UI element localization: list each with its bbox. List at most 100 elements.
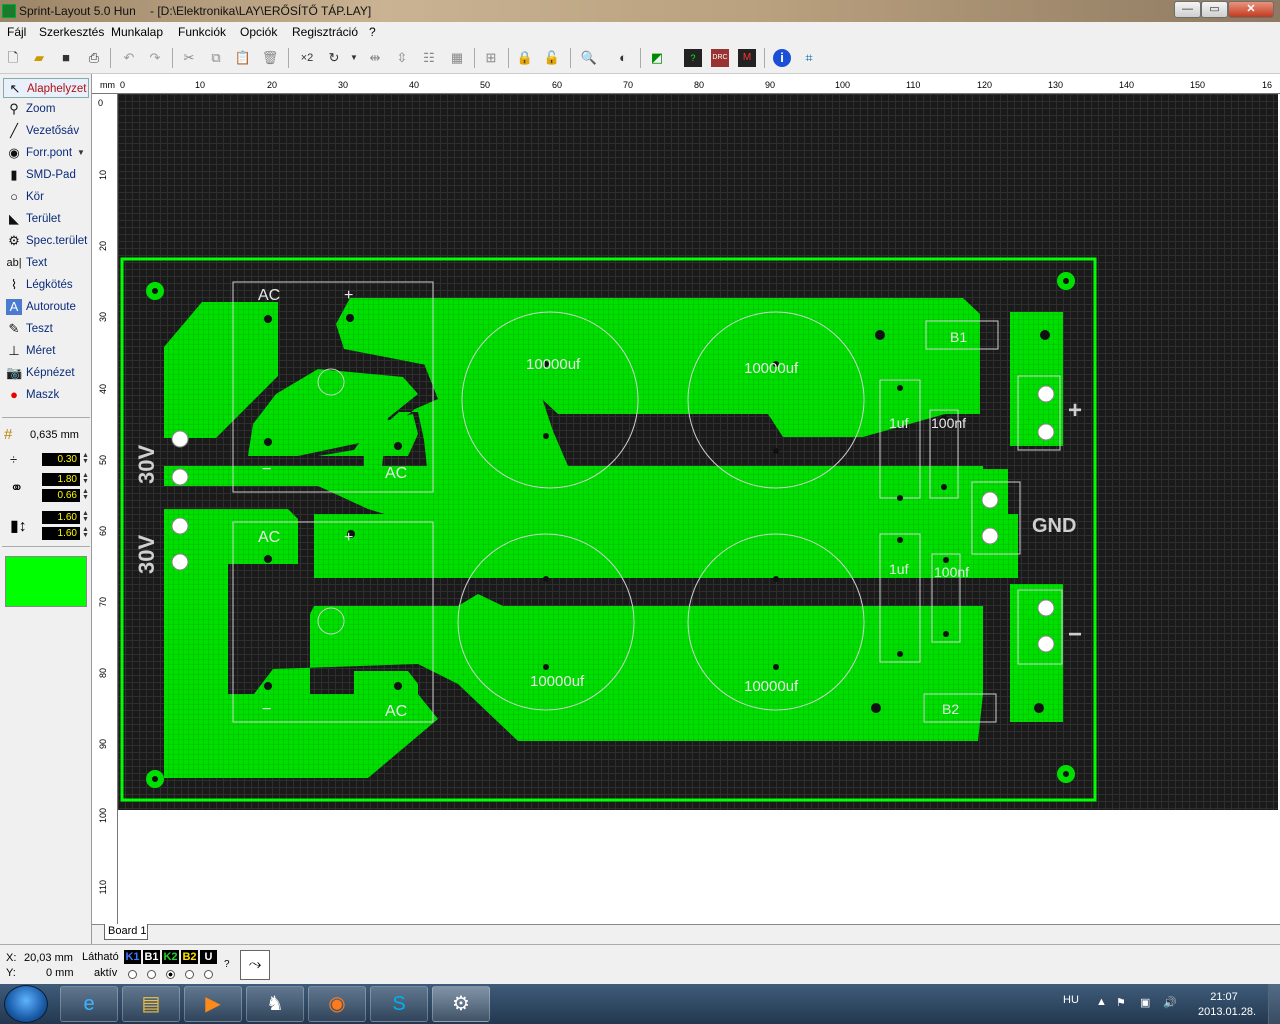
component-icon[interactable]: ⊞ (482, 49, 500, 67)
layer-b1-toggle[interactable]: B1 (143, 950, 160, 964)
app-fox-taskbar-icon[interactable]: ♞ (246, 986, 304, 1022)
pad-inner-value[interactable]: 0.66 (42, 489, 80, 502)
info-icon[interactable]: i (773, 49, 791, 67)
unlock-icon[interactable]: 🔓 (543, 49, 561, 67)
save-icon[interactable]: ■ (57, 49, 75, 67)
minimize-button[interactable]: — (1174, 1, 1201, 18)
tab-board-1[interactable]: Board 1 (104, 924, 148, 940)
zoom-icon[interactable]: 🔍 (580, 49, 598, 67)
active-b1-radio[interactable] (147, 970, 156, 979)
photo-view-icon[interactable]: ? (684, 49, 702, 67)
tool-pad[interactable]: ◉ Forr.pont ▼ (3, 143, 89, 163)
menu-file[interactable]: Fájl (7, 25, 26, 39)
duplicate-icon[interactable]: ×2 (296, 49, 318, 67)
active-k2-radio[interactable] (166, 970, 175, 979)
align-icon[interactable]: ☷ (420, 49, 438, 67)
lock-icon[interactable]: 🔒 (516, 49, 534, 67)
tool-zoom[interactable]: ⚲ Zoom (3, 99, 89, 119)
active-b2-radio[interactable] (185, 970, 194, 979)
tool-area[interactable]: ◣ Terület (3, 209, 89, 229)
mirror-h-icon[interactable]: ⇹ (366, 49, 384, 67)
network-icon[interactable]: ▣ (1140, 996, 1150, 1009)
menu-worksheet[interactable]: Munkalap (111, 25, 163, 39)
ruler-left: 0 10 20 30 40 50 60 70 80 90 100 110 (92, 94, 118, 924)
active-u-radio[interactable] (204, 970, 213, 979)
transparent-icon[interactable]: ◐ (614, 49, 632, 67)
tool-mask[interactable]: ● Maszk (3, 385, 89, 405)
redo-icon[interactable]: ↷ (146, 49, 164, 67)
media-player-taskbar-icon[interactable]: ▶ (184, 986, 242, 1022)
print-icon[interactable]: ⎙ (85, 49, 103, 67)
label-cap-2: 10000uf (744, 360, 799, 377)
layer-help[interactable]: ? (224, 959, 230, 970)
pcb-view-icon[interactable]: ◩ (648, 49, 666, 67)
tool-test[interactable]: ✎ Teszt (3, 319, 89, 339)
pad-outer-spinner[interactable]: ▲ ▼ (82, 472, 89, 486)
crop-icon[interactable]: ⌗ (800, 49, 818, 67)
pcb-canvas[interactable]: AC AC AC AC + + − − 10000uf 10000uf 1000… (118, 94, 1278, 810)
open-folder-icon[interactable]: ▰ (30, 49, 48, 67)
layer-k1-toggle[interactable]: K1 (124, 950, 141, 964)
new-file-icon[interactable]: 🗋 (4, 49, 22, 67)
tool-circle[interactable]: ○ Kör (3, 187, 89, 207)
rotate-dropdown-icon[interactable]: ▼ (345, 49, 363, 67)
tool-track[interactable]: ╱ Vezetősáv (3, 121, 89, 141)
drc-icon[interactable]: DRC (711, 49, 729, 67)
language-indicator[interactable]: HU (1063, 994, 1079, 1006)
volume-icon[interactable]: 🔊 (1163, 996, 1177, 1009)
smd-height-spinner[interactable]: ▲ ▼ (82, 526, 89, 540)
pad-inner-spinner[interactable]: ▲ ▼ (82, 488, 89, 502)
tool-select[interactable]: ↖ Alaphelyzet (3, 78, 89, 98)
cut-icon[interactable]: ✂ (180, 49, 198, 67)
grid-size[interactable]: 0,635 mm (30, 429, 79, 441)
smd-width-value[interactable]: 1.60 (42, 511, 80, 524)
tool-autoroute[interactable]: A Autoroute (3, 297, 89, 317)
tray-arrow-icon[interactable]: ▲ (1096, 996, 1107, 1008)
restore-button[interactable]: ▭ (1201, 1, 1228, 18)
canvas-empty-area[interactable] (118, 810, 1278, 924)
menu-edit[interactable]: Szerkesztés (39, 25, 104, 39)
smd-height-value[interactable]: 1.60 (42, 527, 80, 540)
pad-dropdown-icon[interactable]: ▼ (77, 143, 85, 163)
mirror-v-icon[interactable]: ⇳ (393, 49, 411, 67)
clock[interactable]: 21:07 2013.01.28. (1198, 990, 1256, 1020)
smd-width-spinner[interactable]: ▲ ▼ (82, 510, 89, 524)
layer-u-toggle[interactable]: U (200, 950, 217, 964)
track-width-spinner[interactable]: ▲ ▼ (82, 452, 89, 466)
tool-measure[interactable]: ⊥ Méret (3, 341, 89, 361)
group-icon[interactable]: ▦ (448, 49, 466, 67)
grid-icon[interactable]: # (4, 426, 12, 443)
tool-text[interactable]: ab| Text (3, 253, 89, 273)
tool-photo-view[interactable]: 📷 Képnézet (3, 363, 89, 383)
tool-smd-pad[interactable]: ▮ SMD-Pad (3, 165, 89, 185)
start-button[interactable] (4, 985, 48, 1023)
close-button[interactable]: ✕ (1228, 1, 1274, 18)
undo-icon[interactable]: ↶ (120, 49, 138, 67)
layer-k2-toggle[interactable]: K2 (162, 950, 179, 964)
show-desktop-button[interactable] (1268, 984, 1280, 1024)
paste-icon[interactable]: 📋 (234, 49, 252, 67)
flag-icon[interactable]: ⚑ (1116, 996, 1126, 1009)
layer-b2-toggle[interactable]: B2 (181, 950, 198, 964)
explorer-taskbar-icon[interactable]: ▤ (122, 986, 180, 1022)
tool-special-area[interactable]: ⚙ Spec.terület (3, 231, 89, 251)
skype-taskbar-icon[interactable]: S (370, 986, 428, 1022)
tool-airwire[interactable]: ⌇ Légkötés (3, 275, 89, 295)
layer-color-swatch[interactable] (5, 556, 87, 607)
rotate-icon[interactable]: ↻ (325, 49, 343, 67)
connection-icon[interactable]: ⤳ (240, 950, 270, 980)
sprint-layout-taskbar-icon[interactable]: ⚙ (432, 986, 490, 1022)
menu-help[interactable]: ? (369, 25, 376, 39)
menu-functions[interactable]: Funkciók (178, 25, 226, 39)
menu-options[interactable]: Opciók (240, 25, 277, 39)
menu-registration[interactable]: Regisztráció (292, 25, 358, 39)
macro-icon[interactable]: M (738, 49, 756, 67)
pcb-board[interactable]: AC AC AC AC + + − − 10000uf 10000uf 1000… (118, 94, 1278, 810)
copy-icon[interactable]: ⧉ (207, 49, 225, 67)
pad-outer-value[interactable]: 1.80 (42, 473, 80, 486)
delete-icon[interactable]: 🗑 (261, 49, 279, 67)
ie-taskbar-icon[interactable]: e (60, 986, 118, 1022)
active-k1-radio[interactable] (128, 970, 137, 979)
firefox-taskbar-icon[interactable]: ◉ (308, 986, 366, 1022)
track-width-value[interactable]: 0.30 (42, 453, 80, 466)
